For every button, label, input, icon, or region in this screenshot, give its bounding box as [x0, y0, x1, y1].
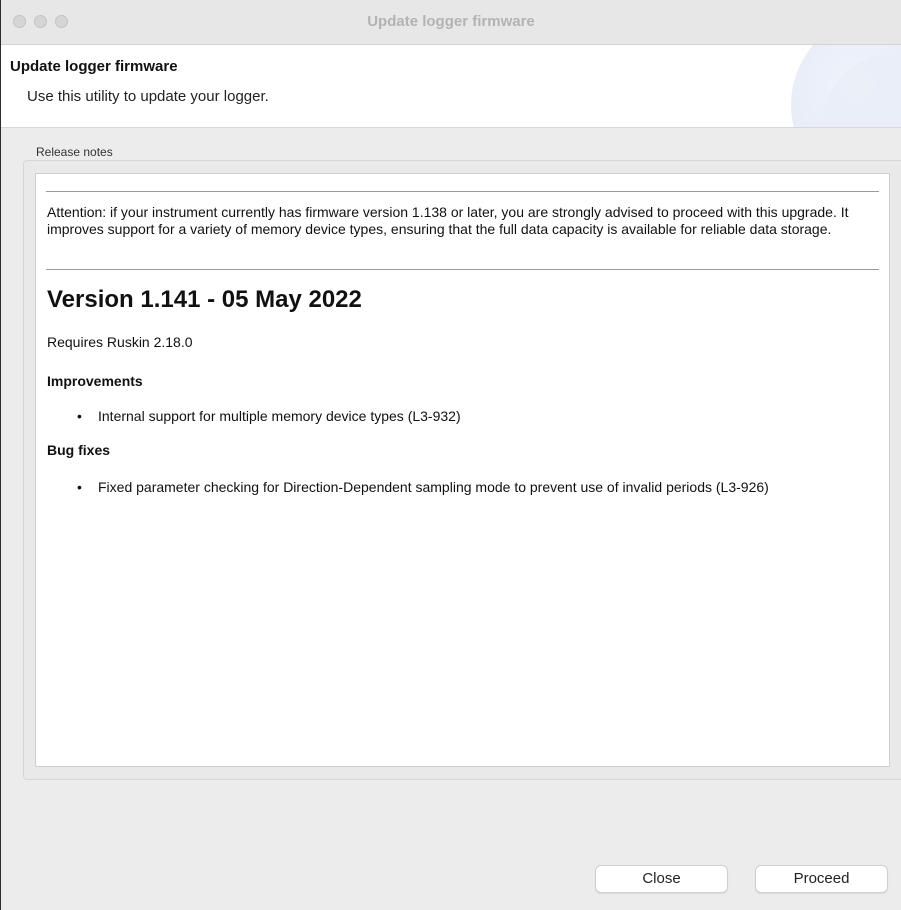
requires-text: Requires Ruskin 2.18.0: [47, 334, 193, 350]
bug-fixes-heading: Bug fixes: [47, 442, 111, 458]
release-notes-label: Release notes: [36, 145, 113, 159]
improvements-heading: Improvements: [47, 373, 143, 389]
list-item: Internal support for multiple memory dev…: [77, 408, 868, 425]
release-notes-panel[interactable]: Attention: if your instrument currently …: [35, 173, 890, 767]
list-item: Fixed parameter checking for Direction-D…: [77, 479, 868, 496]
window-title: Update logger firmware: [367, 13, 535, 30]
proceed-button[interactable]: Proceed: [755, 865, 888, 893]
header-banner: Update logger firmware Use this utility …: [1, 45, 901, 128]
banner-description: Use this utility to update your logger.: [27, 88, 269, 105]
close-button[interactable]: Close: [595, 865, 728, 893]
title-bar[interactable]: Update logger firmware: [1, 0, 901, 45]
firmware-update-window: Update logger firmware Update logger fir…: [0, 0, 901, 910]
attention-text: Attention: if your instrument currently …: [47, 204, 849, 237]
version-heading: Version 1.141 - 05 May 2022: [47, 286, 362, 313]
divider-top: [46, 191, 879, 192]
divider-bottom: [46, 269, 879, 270]
banner-title: Update logger firmware: [10, 58, 178, 75]
